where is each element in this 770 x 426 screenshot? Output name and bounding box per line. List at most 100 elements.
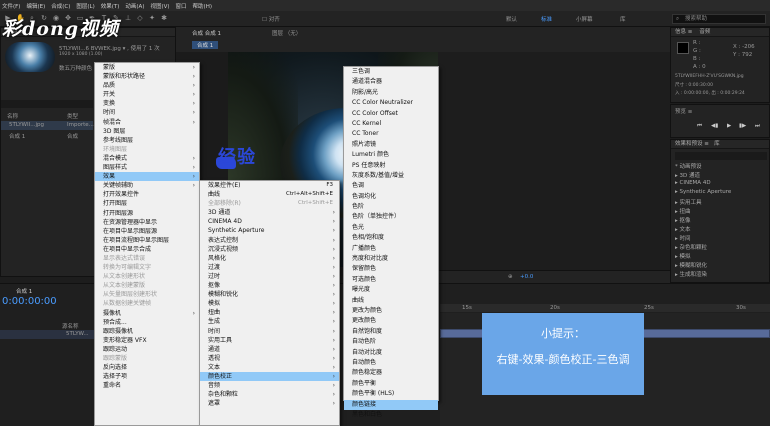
project-search-input[interactable] <box>1 100 93 108</box>
effects-category[interactable]: ▸ 杂色和颗粒 <box>675 243 767 252</box>
menu-item[interactable]: 效果控件(E) F3 <box>200 181 339 190</box>
effects-category[interactable]: ▸ 模拟 <box>675 252 767 261</box>
composition-subtab[interactable]: 合成 1 <box>192 41 219 49</box>
menu-item[interactable]: 反向选择 <box>95 363 199 372</box>
tab-effects-presets[interactable]: 效果和预设 ≡ <box>675 141 709 147</box>
menu-item[interactable]: 效果 › <box>95 172 199 182</box>
effects-category[interactable]: ▸ 时间 <box>675 234 767 243</box>
menu-item[interactable]: 沉浸式视频 › <box>200 245 339 254</box>
menu-item[interactable]: 抠像 › <box>200 281 339 290</box>
menu-item[interactable]: 在项目流程图中显示图层 <box>95 236 199 245</box>
column-type[interactable]: 类型 <box>67 112 78 120</box>
menu-item[interactable]: CINEMA 4D › <box>200 217 339 226</box>
menu-item[interactable]: 更改颜色 <box>344 316 438 326</box>
menu-item[interactable]: 颜色平衡 <box>344 379 438 389</box>
workspace-default[interactable]: 默认 <box>506 15 517 23</box>
menu-item[interactable]: 重命名 <box>95 381 199 390</box>
menu-item[interactable]: 在资源管理器中显示 <box>95 218 199 227</box>
menu-item[interactable]: 模糊和锐化 › <box>200 290 339 299</box>
menu-item[interactable]: 参考线图层 <box>95 136 199 145</box>
menu-item[interactable]: 开关 › <box>95 90 199 99</box>
menu-item[interactable]: 曲线 Ctrl+Alt+Shift+E <box>200 190 339 199</box>
menu-item[interactable]: 关键帧辅助 › <box>95 181 199 190</box>
menubar-item[interactable]: 文件(F) <box>2 2 20 10</box>
last-frame-icon[interactable]: ⏭ <box>755 123 760 130</box>
workspace-library[interactable]: 库 <box>620 15 626 23</box>
menu-item[interactable]: 颜色校正 › <box>200 371 339 382</box>
menu-item[interactable]: Synthetic Aperture › <box>200 226 339 235</box>
effects-category[interactable]: ▸ 3D 通道 <box>675 171 767 180</box>
menu-item[interactable]: 色阶 <box>344 202 438 212</box>
menu-item[interactable]: CC Kernel <box>344 119 438 129</box>
menubar-item[interactable]: 帮助(H) <box>193 2 212 10</box>
exposure-icon[interactable]: ⊕ <box>508 274 513 280</box>
menu-item[interactable]: 蒙版和形状路径 › <box>95 72 199 81</box>
project-row[interactable]: 5TLYWII...jpg Importe... <box>1 121 94 130</box>
menu-item[interactable]: 表达式控制 › <box>200 236 339 245</box>
first-frame-icon[interactable]: ⏮ <box>697 123 702 130</box>
menu-item[interactable]: 色阶（单独控件） <box>344 212 438 222</box>
menu-item[interactable]: 自动色阶 <box>344 337 438 347</box>
menu-item[interactable]: 图层样式 › <box>95 163 199 172</box>
current-time[interactable]: 0:00:00:00 <box>2 296 57 307</box>
menubar-item[interactable]: 动画(A) <box>125 2 144 10</box>
menu-item[interactable]: 杂色和颗粒 › <box>200 390 339 399</box>
menu-item[interactable]: 色调 <box>344 181 438 191</box>
menu-item[interactable]: 自然饱和度 <box>344 327 438 337</box>
tab-info[interactable]: 信息 <box>675 29 686 35</box>
menu-item[interactable]: 遮罩 › <box>200 399 339 408</box>
effects-category[interactable]: ▸ Synthetic Aperture <box>675 189 767 198</box>
menu-item[interactable]: 颜色链接 <box>344 399 438 410</box>
puppet-tool-icon[interactable]: ✱ <box>160 14 168 22</box>
exposure-value[interactable]: +0.0 <box>520 274 533 280</box>
menu-item[interactable]: CC Color Offset <box>344 109 438 119</box>
timeline-ruler[interactable]: 15s 20s 25s 30s <box>440 304 770 312</box>
menu-item[interactable]: 三色调 <box>344 67 438 77</box>
menu-item[interactable]: 选择子项 <box>95 372 199 381</box>
menu-item[interactable]: PS 任意映射 <box>344 161 438 171</box>
menu-item[interactable]: 跟踪摄像机 <box>95 327 199 336</box>
menubar-item[interactable]: 合成(C) <box>51 2 70 10</box>
menu-item[interactable]: 蒙版 › <box>95 63 199 72</box>
effects-category[interactable]: ▸ 抠像 <box>675 216 767 225</box>
menu-item[interactable]: 打开效果控件 <box>95 190 199 199</box>
snap-checkbox[interactable]: ☐ 对齐 <box>262 15 280 23</box>
effects-category[interactable]: ▸ 实用工具 <box>675 198 767 207</box>
menu-item[interactable]: 3D 通道 › <box>200 208 339 217</box>
menu-item[interactable]: 透视 › <box>200 354 339 363</box>
menu-item[interactable]: 自动对比度 <box>344 348 438 358</box>
timeline-layer-row[interactable]: 5TLYW... <box>0 330 100 339</box>
effects-category[interactable]: ▸ CINEMA 4D <box>675 180 767 189</box>
menubar-item[interactable]: 窗口 <box>176 2 187 10</box>
menu-item[interactable]: 曝光度 <box>344 285 438 295</box>
menu-item[interactable]: 过时 › <box>200 272 339 281</box>
menu-item[interactable]: 跟踪运动 <box>95 345 199 354</box>
menu-item[interactable]: 过渡 › <box>200 263 339 272</box>
menu-item[interactable]: 风格化 › <box>200 254 339 263</box>
next-frame-icon[interactable]: ▮▶ <box>739 123 746 129</box>
project-row[interactable]: 合成 1 合成 <box>1 131 93 140</box>
timeline-tab[interactable]: 合成 1 <box>16 287 32 295</box>
menubar-item[interactable]: 视图(V) <box>150 2 169 10</box>
menu-item[interactable]: 亮度和对比度 <box>344 254 438 264</box>
menu-item[interactable]: 实用工具 › <box>200 336 339 345</box>
menu-item[interactable]: 预合成... <box>95 318 199 327</box>
menu-item[interactable]: 3D 图层 <box>95 127 199 136</box>
tab-library[interactable]: 库 <box>714 141 720 147</box>
menubar-item[interactable]: 图层(L) <box>76 2 94 10</box>
effects-category[interactable]: ▸ 生成和渲染 <box>675 270 767 279</box>
menu-item[interactable]: 色相/饱和度 <box>344 233 438 243</box>
menu-item[interactable]: 在项目中显示图层源 <box>95 227 199 236</box>
menu-item[interactable]: 黑色和白色 <box>344 410 438 420</box>
menu-item[interactable]: CC Toner <box>344 129 438 139</box>
menu-item[interactable]: CC Color Neutralizer <box>344 98 438 108</box>
menu-item[interactable]: 更改为颜色 <box>344 306 438 316</box>
menu-item[interactable]: 照片滤镜 <box>344 140 438 150</box>
menu-item[interactable]: 时间 › <box>95 108 199 117</box>
menu-item[interactable]: 阴影/高光 <box>344 88 438 98</box>
menu-item[interactable]: 保留颜色 <box>344 264 438 274</box>
menu-item[interactable]: 变形稳定器 VFX <box>95 336 199 345</box>
menu-item[interactable]: 品质 › <box>95 81 199 90</box>
effects-category[interactable]: ▸ 模糊和锐化 <box>675 261 767 270</box>
menu-item[interactable]: 通道混合器 <box>344 77 438 87</box>
